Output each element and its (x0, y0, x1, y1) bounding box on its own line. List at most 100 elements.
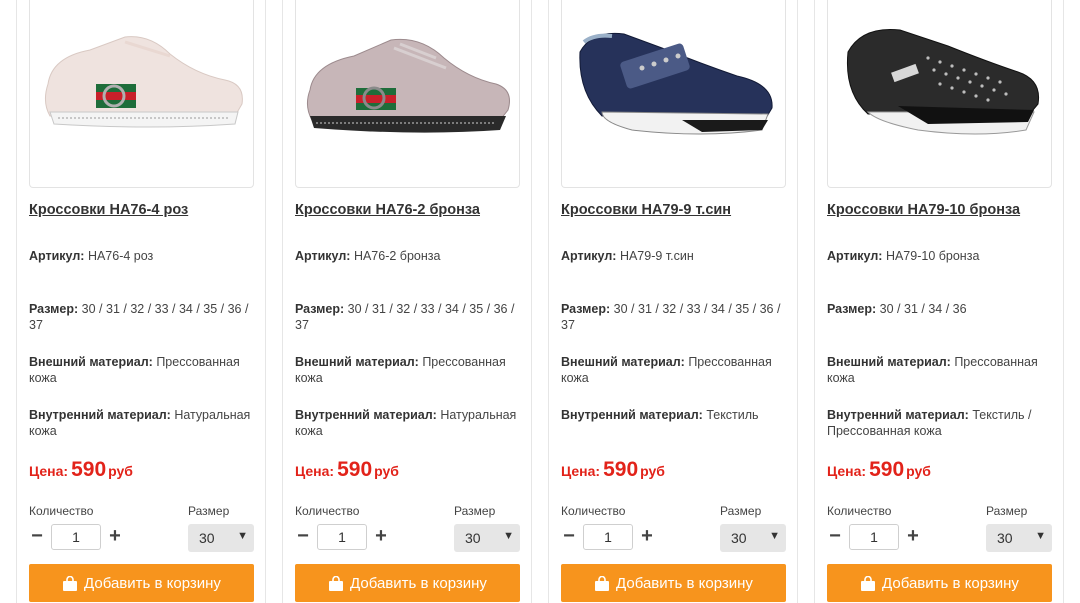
price-label: Цена: (29, 463, 69, 479)
product-title-link[interactable]: Кроссовки НА76-4 роз (29, 202, 259, 218)
quantity-input[interactable] (849, 524, 899, 550)
quantity-input[interactable] (317, 524, 367, 550)
shopping-bag-icon (861, 575, 876, 591)
shopping-bag-icon (329, 575, 344, 591)
article-label: Артикул: (827, 249, 883, 263)
quantity-input[interactable] (51, 524, 101, 550)
sizes-row: Размер: 30 / 31 / 34 / 36 (827, 301, 1057, 317)
add-to-cart-button[interactable]: Добавить в корзину (561, 564, 786, 602)
product-image[interactable] (295, 0, 520, 188)
size-select-value: 30 (731, 530, 747, 546)
caret-down-icon: ▼ (1035, 530, 1046, 542)
inner-material-row: Внутренний материал: Натуральная кожа (295, 407, 525, 439)
product-grid: Кроссовки НА76-4 роз Артикул: НА76-4 роз… (16, 0, 1064, 603)
quantity-label: Количество (29, 504, 94, 518)
inner-material-label: Внутренний материал: (827, 408, 969, 422)
product-title-link[interactable]: Кроссовки НА79-10 бронза (827, 202, 1057, 218)
inner-material-label: Внутренний материал: (29, 408, 171, 422)
article-row: Артикул: НА79-10 бронза (827, 248, 1057, 264)
quantity-label: Количество (827, 504, 892, 518)
outer-material-row: Внешний материал: Прессованная кожа (29, 354, 259, 386)
add-to-cart-button[interactable]: Добавить в корзину (29, 564, 254, 602)
price-value: 590 (603, 458, 639, 481)
sizes-row: Размер: 30 / 31 / 32 / 33 / 34 / 35 / 36… (561, 301, 791, 333)
article-row: Артикул: НА76-2 бронза (295, 248, 525, 264)
quantity-stepper: − + (827, 524, 947, 550)
caret-down-icon: ▼ (237, 530, 248, 542)
article-label: Артикул: (561, 249, 617, 263)
size-select-value: 30 (465, 530, 481, 546)
sizes-label: Размер: (295, 302, 345, 316)
article-row: Артикул: НА79-9 т.син (561, 248, 791, 264)
quantity-input[interactable] (583, 524, 633, 550)
article-label: Артикул: (29, 249, 85, 263)
quantity-label: Количество (295, 504, 360, 518)
sizes-label: Размер: (827, 302, 877, 316)
quantity-stepper: − + (561, 524, 681, 550)
article-value: НА79-10 бронза (885, 249, 980, 263)
inner-material-label: Внутренний материал: (561, 408, 703, 422)
inner-material-value: Текстиль (706, 408, 759, 422)
minus-icon[interactable]: − (295, 524, 311, 550)
price-currency: руб (906, 463, 931, 479)
minus-icon[interactable]: − (827, 524, 843, 550)
product-image[interactable] (827, 0, 1052, 188)
product-image[interactable] (29, 0, 254, 188)
bronze-sneaker-image (306, 38, 510, 133)
caret-down-icon: ▼ (503, 530, 514, 542)
plus-icon[interactable]: + (107, 524, 123, 550)
add-to-cart-label: Добавить в корзину (350, 574, 487, 592)
shopping-bag-icon (63, 575, 78, 591)
price-label: Цена: (295, 463, 335, 479)
product-card: Кроссовки НА76-2 бронза Артикул: НА76-2 … (282, 0, 532, 603)
shopping-bag-icon (595, 575, 610, 591)
inner-material-label: Внутренний материал: (295, 408, 437, 422)
price-label: Цена: (561, 463, 601, 479)
product-title-link[interactable]: Кроссовки НА79-9 т.син (561, 202, 791, 218)
outer-material-label: Внешний материал: (295, 355, 419, 369)
plus-icon[interactable]: + (373, 524, 389, 550)
size-select[interactable]: 30 ▼ (188, 524, 254, 552)
size-select[interactable]: 30 ▼ (986, 524, 1052, 552)
sizes-label: Размер: (29, 302, 79, 316)
add-to-cart-button[interactable]: Добавить в корзину (827, 564, 1052, 602)
price-label: Цена: (827, 463, 867, 479)
article-value: НА76-2 бронза (353, 249, 441, 263)
outer-material-row: Внешний материал: Прессованная кожа (827, 354, 1057, 386)
product-title-link[interactable]: Кроссовки НА76-2 бронза (295, 202, 525, 218)
add-to-cart-label: Добавить в корзину (882, 574, 1019, 592)
price-currency: руб (640, 463, 665, 479)
add-to-cart-button[interactable]: Добавить в корзину (295, 564, 520, 602)
size-select-label: Размер (188, 504, 230, 518)
size-select-label: Размер (720, 504, 762, 518)
size-select-label: Размер (986, 504, 1028, 518)
product-image[interactable] (561, 0, 786, 188)
article-label: Артикул: (295, 249, 351, 263)
price-value: 590 (869, 458, 905, 481)
minus-icon[interactable]: − (561, 524, 577, 550)
sizes-row: Размер: 30 / 31 / 32 / 33 / 34 / 35 / 36… (295, 301, 525, 333)
inner-material-row: Внутренний материал: Натуральная кожа (29, 407, 259, 439)
size-select-value: 30 (199, 530, 215, 546)
plus-icon[interactable]: + (905, 524, 921, 550)
size-select-label: Размер (454, 504, 496, 518)
add-to-cart-label: Добавить в корзину (616, 574, 753, 592)
inner-material-row: Внутренний материал: Текстиль (561, 407, 791, 423)
plus-icon[interactable]: + (639, 524, 655, 550)
size-select[interactable]: 30 ▼ (454, 524, 520, 552)
pink-sneaker-image (44, 36, 243, 128)
product-card: Кроссовки НА79-10 бронза Артикул: НА79-1… (814, 0, 1064, 603)
price: Цена: 590 руб (827, 458, 931, 482)
sizes-label: Размер: (561, 302, 611, 316)
price-currency: руб (108, 463, 133, 479)
price: Цена: 590 руб (29, 458, 133, 482)
sizes-value: 30 / 31 / 34 / 36 (879, 302, 967, 316)
inner-material-row: Внутренний материал: Текстиль / Прессова… (827, 407, 1057, 439)
price-value: 590 (71, 458, 107, 481)
outer-material-row: Внешний материал: Прессованная кожа (561, 354, 791, 386)
sizes-row: Размер: 30 / 31 / 32 / 33 / 34 / 35 / 36… (29, 301, 259, 333)
minus-icon[interactable]: − (29, 524, 45, 550)
price-currency: руб (374, 463, 399, 479)
quantity-label: Количество (561, 504, 626, 518)
size-select[interactable]: 30 ▼ (720, 524, 786, 552)
